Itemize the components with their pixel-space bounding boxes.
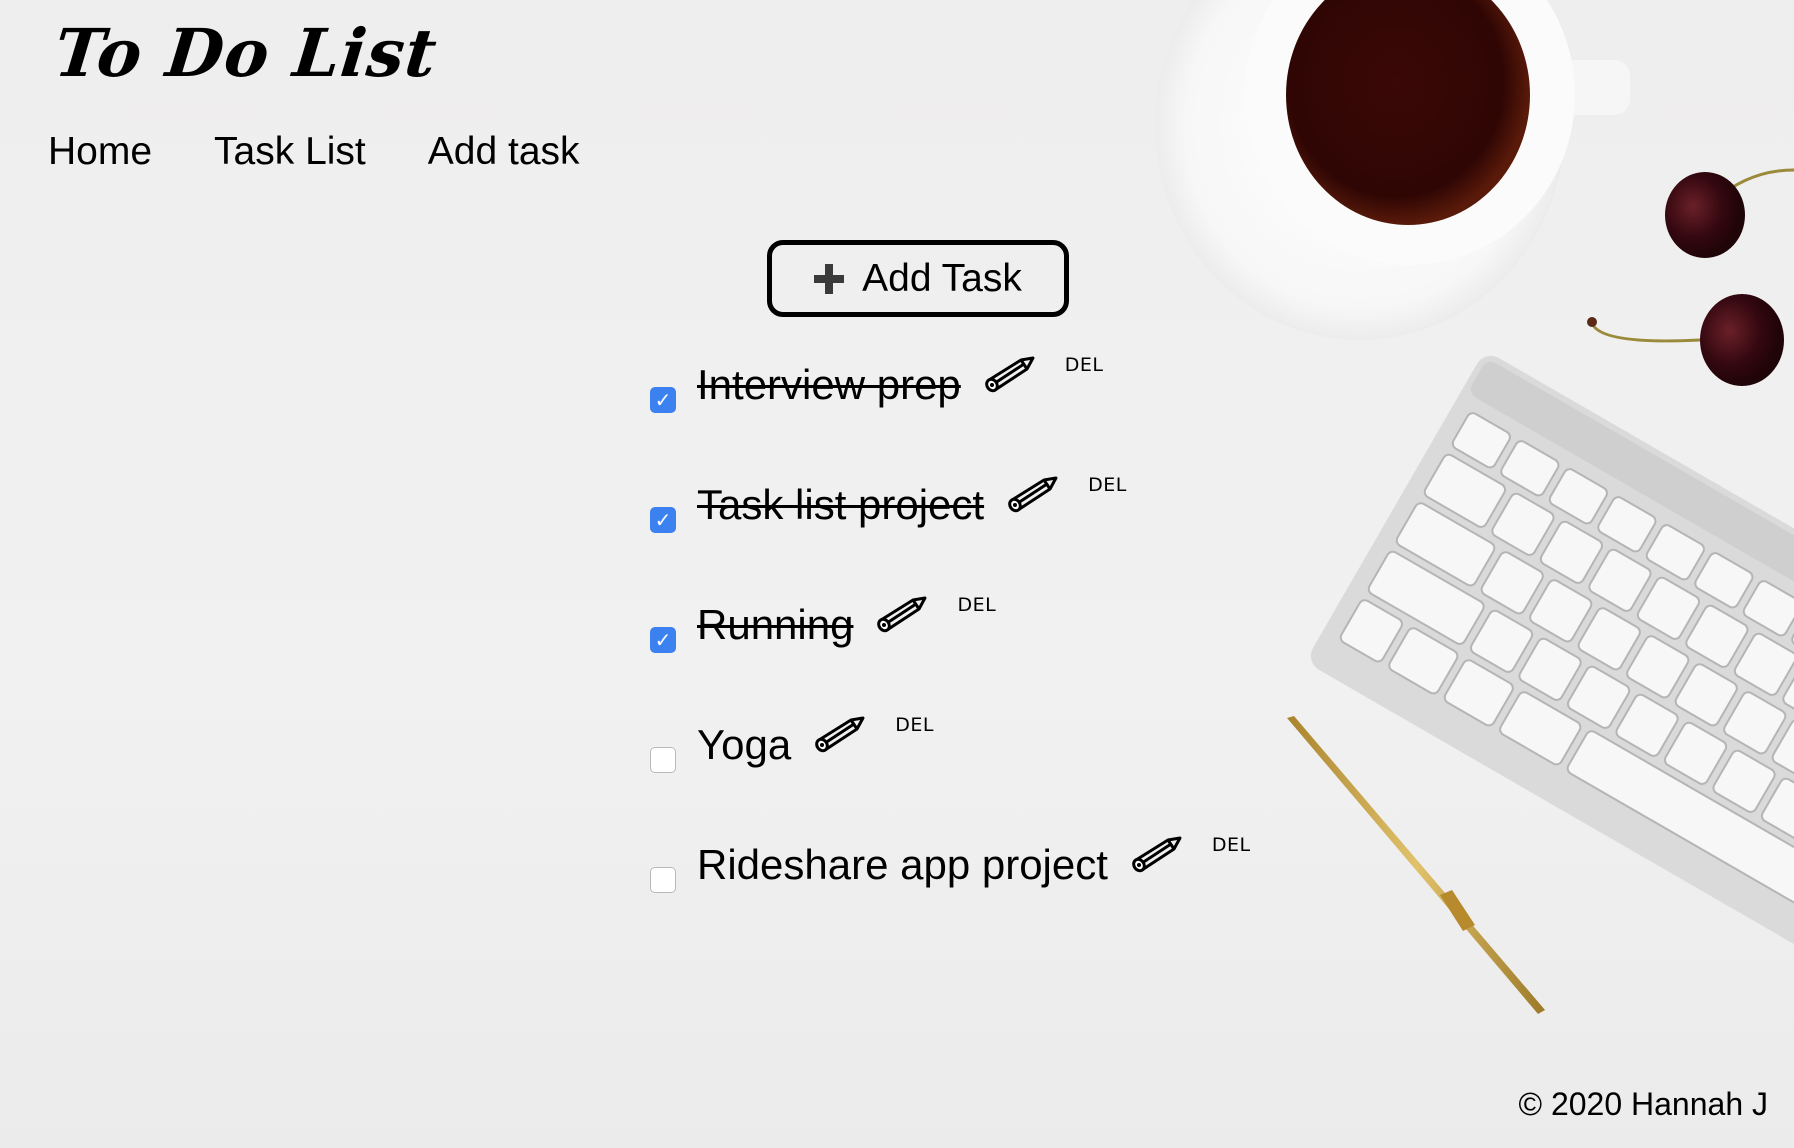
task-checkbox[interactable] <box>650 747 676 773</box>
plus-icon <box>814 263 845 294</box>
task-row: Yoga DEL <box>650 714 1251 840</box>
checkmark-icon: ✓ <box>654 628 672 652</box>
task-text: Interview prep <box>697 361 961 408</box>
task-text: Running <box>697 601 854 648</box>
cherries-image <box>1587 168 1794 386</box>
task-row: Rideshare app project DEL <box>650 834 1251 960</box>
task-text: Task list project <box>697 481 985 528</box>
task-checkbox[interactable]: ✓ <box>650 627 676 653</box>
nav-add-task[interactable]: Add task <box>428 128 580 176</box>
delete-button[interactable]: DEL <box>1212 834 1251 856</box>
pencil-icon[interactable] <box>1006 474 1058 516</box>
pencil-icon[interactable] <box>875 594 927 636</box>
pencil-icon[interactable] <box>1130 834 1182 876</box>
task-text: Yoga <box>697 721 792 768</box>
delete-button[interactable]: DEL <box>1088 474 1127 496</box>
pencil-icon[interactable] <box>983 354 1035 396</box>
app-title: To Do List <box>50 14 442 92</box>
delete-button[interactable]: DEL <box>1065 354 1104 376</box>
task-checkbox[interactable]: ✓ <box>650 507 676 533</box>
main-nav: Home Task List Add task <box>48 128 642 176</box>
add-task-label: Add Task <box>862 256 1022 300</box>
pencil-icon[interactable] <box>813 714 865 756</box>
task-list: ✓ Interview prep DEL ✓ Task list project… <box>650 354 1251 960</box>
footer-copyright: © 2020 Hannah J <box>1518 1086 1768 1122</box>
task-row: ✓ Running DEL <box>650 594 1251 720</box>
keyboard-image <box>1310 355 1794 966</box>
checkmark-icon: ✓ <box>654 508 672 532</box>
task-row: ✓ Interview prep DEL <box>650 354 1251 480</box>
nav-task-list[interactable]: Task List <box>214 128 366 176</box>
task-checkbox[interactable]: ✓ <box>650 387 676 413</box>
task-text: Rideshare app project <box>697 841 1108 888</box>
delete-button[interactable]: DEL <box>895 714 934 736</box>
add-task-button[interactable]: Add Task <box>767 240 1069 317</box>
nav-home[interactable]: Home <box>48 128 152 176</box>
coffee-cup-image <box>1155 0 1630 340</box>
task-row: ✓ Task list project DEL <box>650 474 1251 600</box>
delete-button[interactable]: DEL <box>957 594 996 616</box>
task-checkbox[interactable] <box>650 867 676 893</box>
checkmark-icon: ✓ <box>654 388 672 412</box>
